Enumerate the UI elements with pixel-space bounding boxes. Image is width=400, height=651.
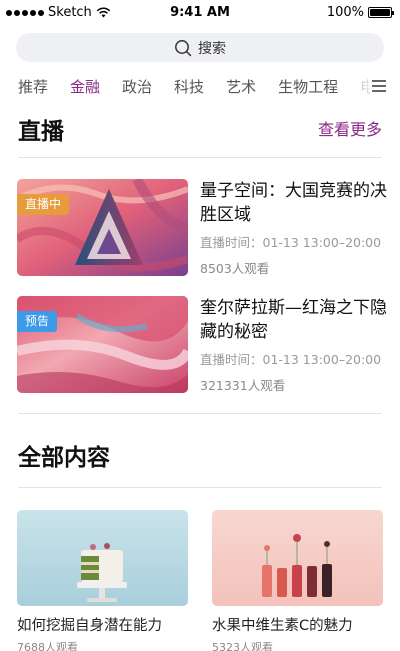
tab-politics[interactable]: 政治 xyxy=(122,76,152,100)
tab-technology[interactable]: 科技 xyxy=(174,76,204,100)
battery-percent: 100% xyxy=(326,5,364,20)
content-thumbnail[interactable] xyxy=(212,510,383,606)
live-card[interactable]: 直播中 量子空间：大国竞赛的决胜区域 直播时间：01-13 13:00–20:0… xyxy=(17,179,387,276)
status-bar: Sketch 9:41 AM 100% xyxy=(0,0,400,24)
status-right: 100% xyxy=(326,5,394,20)
status-badge: 预告 xyxy=(17,311,58,332)
live-viewers: 8503人观看 xyxy=(200,261,270,276)
menu-icon[interactable] xyxy=(372,79,388,93)
battery-icon xyxy=(368,7,394,18)
content-thumbnail[interactable] xyxy=(17,510,188,606)
live-thumbnail[interactable]: 直播中 xyxy=(17,179,188,276)
status-badge: 直播中 xyxy=(17,194,70,215)
cake-image xyxy=(17,510,188,606)
live-thumbnail[interactable]: 预告 xyxy=(17,296,188,393)
live-time: 直播时间：01-13 13:00–20:00 xyxy=(200,352,382,367)
tab-art[interactable]: 艺术 xyxy=(226,76,256,100)
live-section-title: 直播 xyxy=(18,119,64,145)
live-title[interactable]: 奎尔萨拉斯—红海之下隐藏的秘密 xyxy=(200,296,390,344)
tab-bioengineering[interactable]: 生物工程 xyxy=(278,76,338,100)
content-title[interactable]: 如何挖掘自身潜在能力 xyxy=(17,614,162,635)
content-viewers: 7688人观看 xyxy=(17,641,78,651)
tab-recommend[interactable]: 推荐 xyxy=(18,76,48,100)
live-viewers: 321331人观看 xyxy=(200,378,286,393)
divider xyxy=(18,487,382,488)
content-viewers: 5323人观看 xyxy=(212,641,273,651)
tab-finance[interactable]: 金融 xyxy=(70,76,100,100)
see-more-link[interactable]: 查看更多 xyxy=(318,116,382,140)
live-time: 直播时间：01-13 13:00–20:00 xyxy=(200,235,382,250)
search-icon xyxy=(175,39,192,56)
live-card[interactable]: 预告 奎尔萨拉斯—红海之下隐藏的秘密 直播时间：01-13 13:00–20:0… xyxy=(17,296,387,393)
juice-image xyxy=(212,510,383,606)
divider xyxy=(18,413,382,414)
search-placeholder: 搜索 xyxy=(198,40,226,57)
live-title[interactable]: 量子空间：大国竞赛的决胜区域 xyxy=(200,179,390,227)
tab-truncated[interactable]: 电 xyxy=(360,76,370,100)
divider xyxy=(18,157,382,158)
category-tabs: 推荐 金融 政治 科技 艺术 生物工程 电 xyxy=(18,76,388,100)
content-title[interactable]: 水果中维生素C的魅力 xyxy=(212,614,353,635)
search-bar[interactable]: 搜索 xyxy=(16,33,384,62)
all-section-title: 全部内容 xyxy=(18,445,110,471)
